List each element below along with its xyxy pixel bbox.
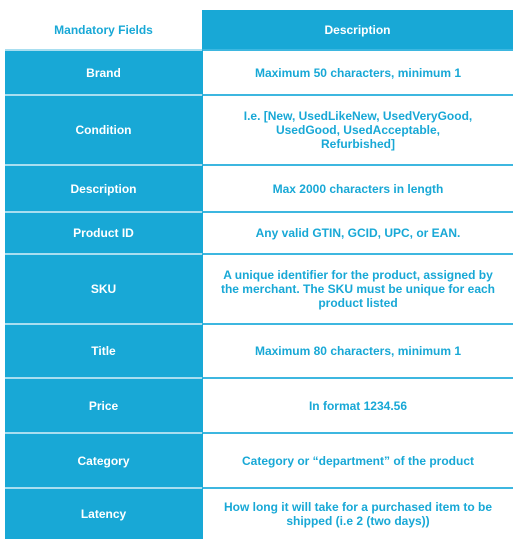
field-name-cell: SKU [5,253,202,323]
table-row: Latency How long it will take for a purc… [5,487,513,539]
table-row: Condition I.e. [New, UsedLikeNew, UsedVe… [5,94,513,164]
table-row: SKU A unique identifier for the product,… [5,253,513,323]
field-description-cell: I.e. [New, UsedLikeNew, UsedVeryGood, Us… [202,94,513,164]
field-description-cell: Category or “department” of the product [202,432,513,487]
field-description-cell: Max 2000 characters in length [202,164,513,211]
field-name-cell: Description [5,164,202,211]
table-row: Price In format 1234.56 [5,377,513,432]
field-name-cell: Product ID [5,211,202,253]
field-name-cell: Price [5,377,202,432]
field-description-cell: Maximum 80 characters, minimum 1 [202,323,513,377]
field-name-cell: Brand [5,49,202,94]
field-name-cell: Category [5,432,202,487]
table-header-row: Mandatory Fields Description [5,10,513,49]
field-name-cell: Condition [5,94,202,164]
table-row: Product ID Any valid GTIN, GCID, UPC, or… [5,211,513,253]
field-description-cell: Maximum 50 characters, minimum 1 [202,49,513,94]
table-row: Title Maximum 80 characters, minimum 1 [5,323,513,377]
header-description: Description [202,10,513,49]
table-row: Description Max 2000 characters in lengt… [5,164,513,211]
field-description-cell: Any valid GTIN, GCID, UPC, or EAN. [202,211,513,253]
mandatory-fields-table: Mandatory Fields Description Brand Maxim… [5,10,513,539]
table-row: Category Category or “department” of the… [5,432,513,487]
header-mandatory-fields: Mandatory Fields [5,10,202,49]
field-description-cell: A unique identifier for the product, ass… [202,253,513,323]
field-name-cell: Title [5,323,202,377]
field-name-cell: Latency [5,487,202,539]
field-description-cell: In format 1234.56 [202,377,513,432]
field-description-cell: How long it will take for a purchased it… [202,487,513,539]
table-row: Brand Maximum 50 characters, minimum 1 [5,49,513,94]
